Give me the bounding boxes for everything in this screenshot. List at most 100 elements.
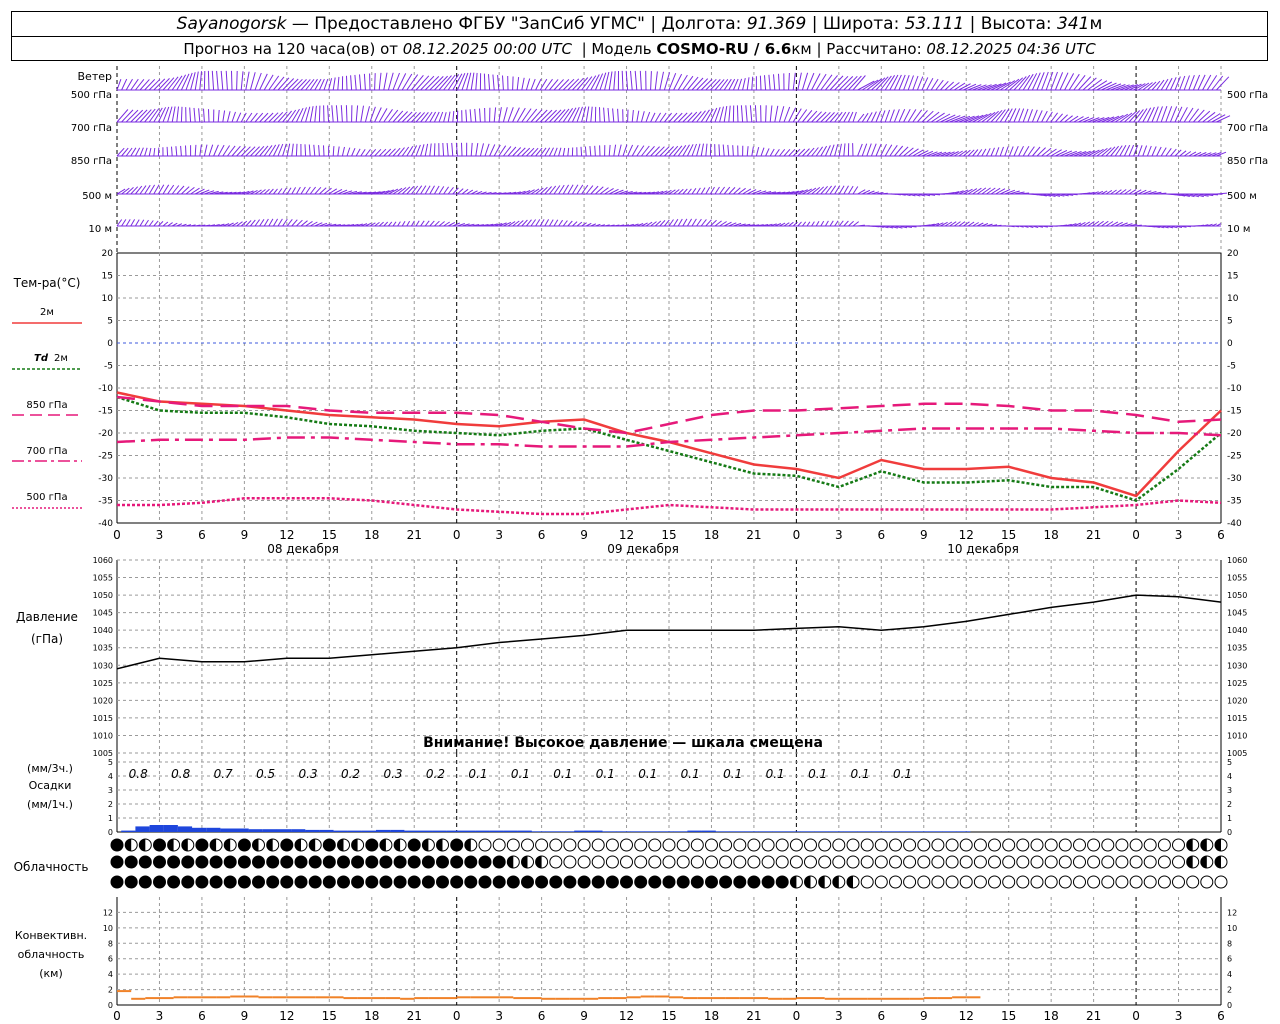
wind-barb [765,148,770,157]
hour-tick-label-bottom: 3 [495,1009,503,1023]
hour-tick-label: 6 [198,528,206,542]
conv-tick-label-left: 10 [103,924,113,933]
precip-bar [616,831,631,832]
wind-barb [843,143,846,157]
wind-barb [144,219,149,227]
wind-barb [654,112,662,123]
cloud-cover-symbol [973,875,987,889]
wind-barb [291,108,300,123]
temp-tick-label-left: 5 [107,317,113,327]
cloud-cover-symbol [1186,875,1200,889]
precip-tick-label-right: 0 [1227,828,1232,837]
cloud-cover-symbol [195,875,209,889]
wind-barb [521,108,532,123]
cloud-cover-symbol [252,875,265,889]
pressure-tick-label-right: 1045 [1227,609,1247,618]
precip-bar [899,831,914,832]
cloud-cover-symbol [1101,875,1115,889]
wind-barb [682,75,694,91]
wind-barb [553,219,559,227]
cloud-cover-half [394,839,401,851]
wind-barb [634,70,638,91]
precip-bar [192,827,207,832]
wind-barb [189,107,192,123]
conv-tick-label-left: 12 [103,908,113,917]
wind-barb [539,219,545,227]
pressure-tick-label-left: 1050 [93,591,113,600]
cloud-cover-symbol [280,855,294,869]
wind-barb [990,187,1001,195]
wind-barb [558,219,564,227]
wind-barb [572,221,578,227]
wind-barb [1146,145,1152,157]
cloud-cover-symbol [563,875,577,889]
cloud-cover-symbol [436,875,449,889]
cloud-cover-symbol [393,875,407,889]
cloud-cover-symbol [535,875,549,889]
cloud-cover-symbol [153,875,166,889]
wind-barb [331,105,334,123]
cloud-cover-half [224,839,231,851]
cloud-cover-symbol [450,838,464,852]
wind-barb [354,74,357,91]
wind-barb [576,221,583,227]
cloud-cover-symbol [1016,875,1030,889]
cloud-cover-symbol [1157,855,1171,869]
wind-barb [236,112,242,123]
pressure-tick-label-left: 1010 [93,731,113,740]
wind-barb [875,143,882,157]
cloud-cover-symbol [634,875,648,889]
temp-tick-label-left: 10 [102,294,114,304]
wind-barb [580,146,583,157]
wind-barb [815,221,820,227]
wind-barb [180,145,182,157]
wind-barb [1183,75,1190,91]
pressure-tick-label-right: 1035 [1227,644,1247,653]
wind-barb [369,148,377,157]
cloud-cover-symbol [690,855,704,869]
hour-tick-label-bottom: 12 [279,1009,294,1023]
temp-tick-label-right: -5 [1227,362,1236,372]
hour-tick-label: 3 [1175,528,1183,542]
cloud-cover-half [790,876,797,888]
precip-bar [177,826,193,832]
temp-tick-label-right: 0 [1227,339,1233,349]
cloud-cover-half [436,839,443,851]
cloud-cover-symbol [747,855,761,869]
temp-series-line [116,427,1222,448]
cloud-cover-symbol [379,855,393,869]
wind-barb [829,220,834,227]
conv-tick-label-left: 6 [108,955,113,964]
wind-barb [663,72,671,91]
precip-3h-label: 0.5 [256,767,275,781]
wind-barb [525,78,531,91]
pressure-tick-label-right: 1015 [1227,714,1247,723]
wind-barb [691,188,697,195]
cloud-cover-symbol [124,855,138,869]
wind-barb [640,111,645,123]
wind-barb [736,105,739,123]
wind-barb [562,78,575,91]
wind-barb [870,143,877,157]
cloud-cover-symbol [747,838,761,852]
cloud-cover-symbol [153,838,166,852]
wind-barb [820,74,833,91]
cloud-cover-symbol [167,875,181,889]
hour-tick-label: 12 [279,528,294,542]
wind-barb [374,73,376,91]
wind-barb [749,105,753,123]
wind-barb [1013,145,1019,157]
wind-barb [769,105,773,123]
wind-barb [737,78,743,91]
pressure-warning: Внимание! Высокое давление — шкала смеще… [423,735,823,751]
wind-barb [778,106,785,123]
wind-barb [976,187,987,195]
hour-tick-label: 6 [1217,528,1225,542]
wind-barb [277,77,290,91]
wind-barb [341,146,345,157]
temp-tick-label-right: -25 [1227,452,1242,462]
precip-3h-label: 0.3 [299,767,318,781]
wind-barb [625,70,629,91]
precip-tick-label-right: 5 [1227,758,1232,767]
wind-barb [1156,79,1165,91]
